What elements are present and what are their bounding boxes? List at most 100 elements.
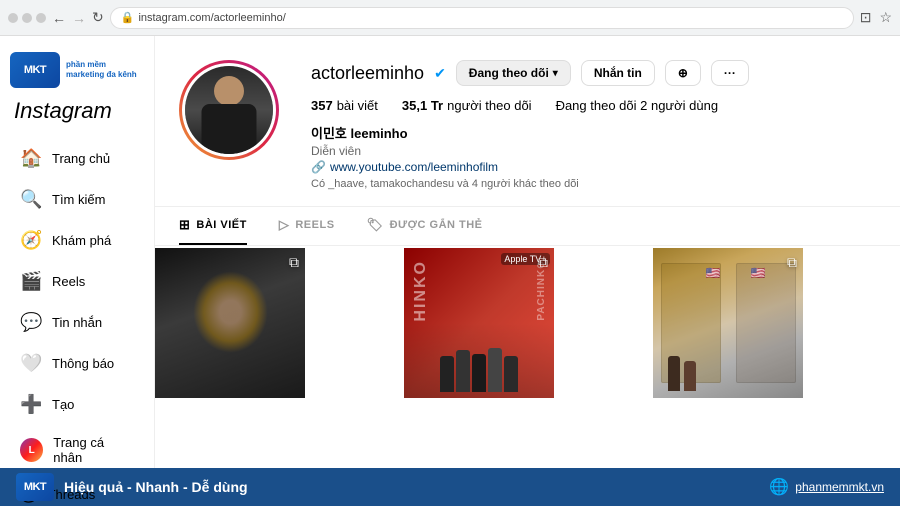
sidebar-item-profile[interactable]: L Trang cá nhân <box>6 426 148 474</box>
profile-avatar-ring <box>179 60 279 160</box>
posts-count: 357 <box>311 98 333 113</box>
notifications-icon: 🤍 <box>20 353 42 374</box>
avatar-image <box>185 66 273 154</box>
create-icon: ➕ <box>20 394 42 415</box>
sidebar: MKT phần mềmmarketing đa kênh Instagram … <box>0 36 155 468</box>
followers-stat: 35,1 Tr người theo dõi <box>402 98 532 113</box>
profile-header: actorleeminho ✔ Đang theo dõi ▾ Nhắn tin… <box>155 36 900 207</box>
browser-dot-2 <box>22 13 32 23</box>
sidebar-label-profile: Trang cá nhân <box>53 435 134 465</box>
sidebar-item-search[interactable]: 🔍 Tìm kiếm <box>6 180 148 219</box>
photo-grid: ⧉ HINKO PACHINKO <box>155 246 900 400</box>
tab-reels[interactable]: ▷ REELS <box>279 207 335 245</box>
chevron-down-icon: ▾ <box>553 68 558 79</box>
globe-icon: 🌐 <box>769 477 789 497</box>
profile-link[interactable]: www.youtube.com/leeminhofilm <box>330 160 498 174</box>
following-label: Đang theo dõi 2 người dùng <box>556 98 719 113</box>
sidebar-item-messages[interactable]: 💬 Tin nhắn <box>6 303 148 342</box>
message-button[interactable]: Nhắn tin <box>581 60 655 86</box>
profile-tabs: ⊞ BÀI VIẾT ▷ REELS 🏷 ĐƯỢC GẮN THẺ <box>155 207 900 246</box>
tab-posts[interactable]: ⊞ BÀI VIẾT <box>179 207 247 245</box>
avatar: L <box>20 438 43 462</box>
add-friend-icon: ⊕ <box>678 66 688 80</box>
main-layout: MKT phần mềmmarketing đa kênh Instagram … <box>0 36 900 468</box>
banner-website[interactable]: phanmemmkt.vn <box>795 480 884 494</box>
more-button[interactable]: ··· <box>711 60 749 86</box>
refresh-button[interactable]: ↻ <box>92 9 104 26</box>
sidebar-item-create[interactable]: ➕ Tạo <box>6 385 148 424</box>
explore-icon: 🧭 <box>20 230 42 251</box>
forward-button[interactable]: → <box>72 10 86 26</box>
posts-tab-label: BÀI VIẾT <box>196 219 246 231</box>
browser-actions: ⊡ ☆ <box>860 9 892 26</box>
posts-label: bài viết <box>337 98 378 113</box>
link-icon: 🔗 <box>311 160 326 174</box>
star-icon[interactable]: ☆ <box>879 9 892 26</box>
followers-count: 35,1 Tr <box>402 98 443 113</box>
following-stat: Đang theo dõi 2 người dùng <box>556 98 719 113</box>
posts-stat: 357 bài viết <box>311 98 378 113</box>
sidebar-label-explore: Khám phá <box>52 233 111 248</box>
search-icon: 🔍 <box>20 189 42 210</box>
sidebar-item-explore[interactable]: 🧭 Khám phá <box>6 221 148 260</box>
avatar-body <box>202 104 257 154</box>
browser-dot-3 <box>36 13 46 23</box>
bottom-banner: MKT Hiệu quả - Nhanh - Dễ dùng 🌐 phanmem… <box>0 468 900 506</box>
tagged-tab-icon: 🏷 <box>367 217 384 233</box>
grid-item-2[interactable]: HINKO PACHINKO Apple TV+ ⧉ <box>404 248 554 398</box>
messages-icon: 💬 <box>20 312 42 333</box>
tab-tagged[interactable]: 🏷 ĐƯỢC GẮN THẺ <box>367 207 483 245</box>
url-text: instagram.com/actorleeminho/ <box>138 12 285 24</box>
sidebar-label-home: Trang chủ <box>52 151 110 166</box>
sidebar-item-reels[interactable]: 🎬 Reels <box>6 262 148 301</box>
browser-bar: ← → ↻ 🔒 instagram.com/actorleeminho/ ⊡ ☆ <box>0 0 900 36</box>
add-friend-button[interactable]: ⊕ <box>665 60 701 86</box>
profile-username: actorleeminho <box>311 63 424 84</box>
more-icon: ··· <box>724 66 736 80</box>
mkt-logo-text: MKT <box>24 64 46 76</box>
sidebar-label-search: Tìm kiếm <box>52 192 105 207</box>
mkt-logo-top: MKT phần mềmmarketing đa kênh <box>0 48 154 92</box>
banner-left: MKT Hiệu quả - Nhanh - Dễ dùng <box>16 473 248 501</box>
grid-image-1 <box>155 248 305 398</box>
grid-overlay-icon-1: ⧉ <box>289 254 299 271</box>
avatar-face <box>214 76 244 106</box>
instagram-logo: Instagram <box>0 92 154 138</box>
profile-top-row: actorleeminho ✔ Đang theo dõi ▾ Nhắn tin… <box>311 60 876 86</box>
sidebar-item-home[interactable]: 🏠 Trang chủ <box>6 139 148 178</box>
browser-dots <box>8 13 46 23</box>
sidebar-item-notifications[interactable]: 🤍 Thông báo <box>6 344 148 383</box>
bookmark-icon[interactable]: ⊡ <box>860 9 872 26</box>
address-bar[interactable]: 🔒 instagram.com/actorleeminho/ <box>110 7 854 29</box>
profile-mutual: Có _haave, tamakochandesu và 4 người khá… <box>311 178 876 190</box>
grid-item-1[interactable]: ⧉ <box>155 248 305 398</box>
profile-name: 이민호 leeminho <box>311 123 876 142</box>
grid-overlay-icon-2: ⧉ <box>538 254 548 271</box>
follow-button[interactable]: Đang theo dõi ▾ <box>456 60 571 86</box>
profile-avatar-inner <box>182 63 276 157</box>
sidebar-label-create: Tạo <box>52 397 74 412</box>
home-icon: 🏠 <box>20 148 42 169</box>
mkt-banner-logo-text: MKT <box>24 481 46 493</box>
grid-overlay-icon-3: ⧉ <box>787 254 797 271</box>
profile-bio: Diễn viên <box>311 144 876 158</box>
grid-image-2: HINKO PACHINKO Apple TV+ <box>404 248 554 398</box>
posts-tab-icon: ⊞ <box>179 217 190 233</box>
tagged-tab-label: ĐƯỢC GẮN THẺ <box>390 219 483 231</box>
profile-avatar-wrap <box>179 60 279 160</box>
banner-slogan: Hiệu quả - Nhanh - Dễ dùng <box>64 479 248 495</box>
verified-badge: ✔ <box>434 65 446 82</box>
content-area: actorleeminho ✔ Đang theo dõi ▾ Nhắn tin… <box>155 36 900 468</box>
grid-item-3[interactable]: 🇺🇸 🇺🇸 ⧉ <box>653 248 803 398</box>
banner-right: 🌐 phanmemmkt.vn <box>769 477 884 497</box>
sidebar-label-reels: Reels <box>52 274 85 289</box>
back-button[interactable]: ← <box>52 10 66 26</box>
message-button-label: Nhắn tin <box>594 66 642 80</box>
sidebar-label-messages: Tin nhắn <box>52 315 102 330</box>
grid-image-3: 🇺🇸 🇺🇸 <box>653 248 803 398</box>
profile-info: actorleeminho ✔ Đang theo dõi ▾ Nhắn tin… <box>311 60 876 190</box>
sidebar-label-notifications: Thông báo <box>52 356 114 371</box>
profile-link-row: 🔗 www.youtube.com/leeminhofilm <box>311 160 876 174</box>
browser-dot-1 <box>8 13 18 23</box>
mkt-tagline: phần mềmmarketing đa kênh <box>66 60 137 79</box>
